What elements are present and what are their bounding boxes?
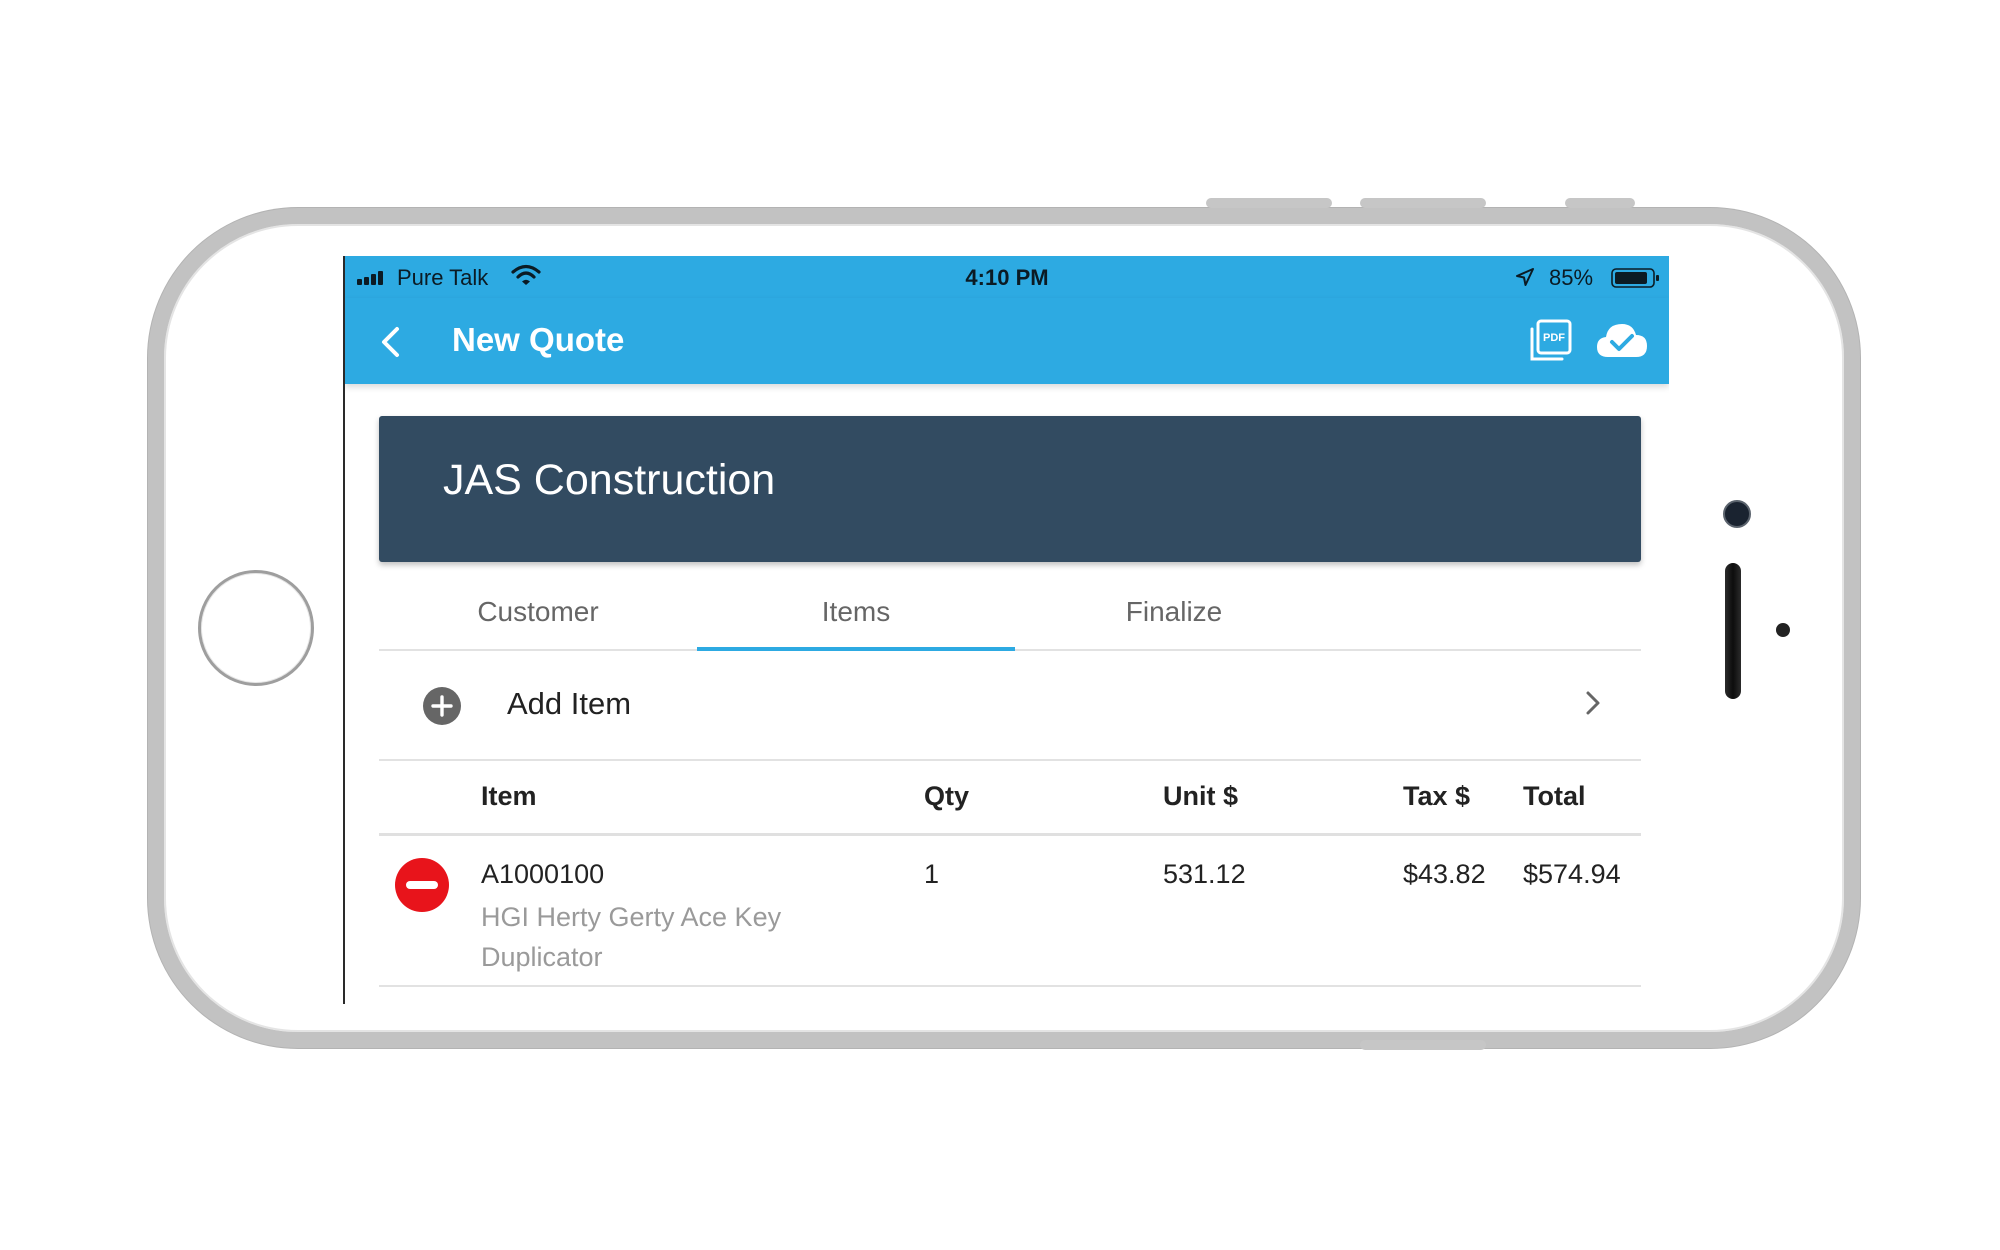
remove-item-icon[interactable]	[394, 857, 450, 913]
tab-bar: Customer Items Finalize	[379, 571, 1641, 651]
tab-finalize[interactable]: Finalize	[1015, 571, 1333, 649]
navigation-bar: New Quote PDF	[345, 298, 1669, 384]
cloud-check-icon[interactable]	[1595, 320, 1649, 360]
add-item-label: Add Item	[507, 686, 632, 721]
column-header-qty: Qty	[924, 781, 970, 811]
app-screen: Pure Talk 4:10 PM 85% New Quote PDF JAS …	[343, 256, 1669, 1004]
plus-circle-icon	[423, 687, 461, 725]
front-camera	[1723, 500, 1751, 528]
items-table-header: Item Qty Unit $ Tax $ Total	[379, 759, 1641, 836]
item-unit-price: 531.12	[1163, 859, 1246, 889]
back-chevron-icon[interactable]	[377, 324, 405, 360]
column-header-tax: Tax $	[1403, 781, 1471, 811]
status-time: 4:10 PM	[965, 265, 1049, 290]
mute-switch	[1565, 198, 1635, 208]
customer-header-card: JAS Construction	[379, 416, 1641, 562]
chevron-right-icon	[1586, 691, 1600, 715]
item-total: $574.94	[1523, 859, 1621, 889]
power-button	[1360, 1040, 1486, 1050]
location-arrow-icon	[1516, 268, 1534, 286]
item-tax: $43.82	[1403, 859, 1486, 889]
home-button	[198, 570, 314, 686]
earpiece-speaker	[1725, 563, 1741, 699]
table-row[interactable]: A1000100 HGI Herty Gerty Ace Key Duplica…	[379, 833, 1641, 987]
volume-up-button	[1206, 198, 1332, 208]
item-sku: A1000100	[481, 859, 605, 889]
pdf-icon[interactable]: PDF	[1527, 318, 1573, 364]
battery-percent: 85%	[1549, 265, 1594, 290]
column-header-item: Item	[481, 781, 537, 811]
tab-customer[interactable]: Customer	[379, 571, 697, 649]
page-title: New Quote	[452, 321, 625, 358]
column-header-total: Total	[1523, 781, 1586, 811]
proximity-sensor	[1776, 623, 1790, 637]
add-item-button[interactable]: Add Item	[379, 649, 1641, 761]
item-qty: 1	[924, 859, 940, 889]
svg-text:PDF: PDF	[1543, 332, 1565, 344]
item-description: HGI Herty Gerty Ace Key Duplicator	[481, 902, 782, 972]
column-header-unit: Unit $	[1163, 781, 1239, 811]
volume-down-button	[1360, 198, 1486, 208]
status-bar: Pure Talk 4:10 PM 85%	[345, 256, 1669, 298]
battery-icon	[1611, 268, 1659, 288]
company-name: JAS Construction	[443, 456, 776, 504]
tab-items[interactable]: Items	[697, 571, 1015, 649]
